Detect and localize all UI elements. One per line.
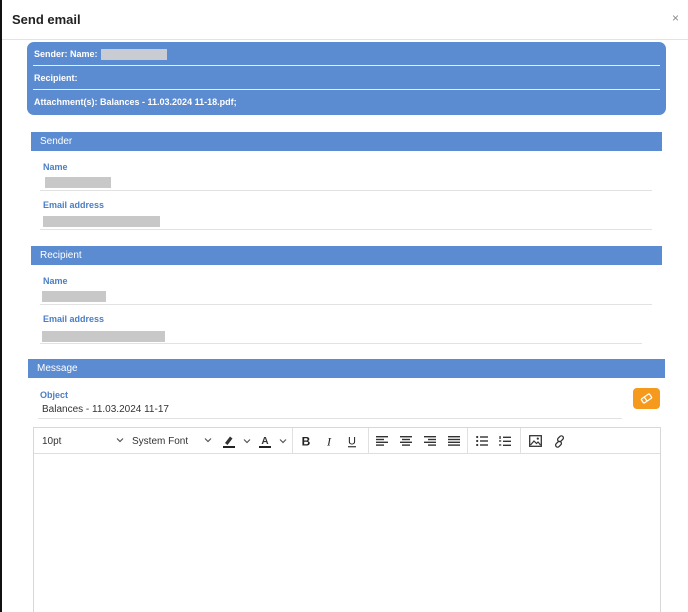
summary-sender-row: Sender: Name: xyxy=(33,42,660,66)
sender-email-label: Email address xyxy=(43,200,105,210)
bold-button[interactable]: B xyxy=(299,428,313,454)
insert-image-button[interactable] xyxy=(528,428,542,454)
align-center-button[interactable] xyxy=(399,428,413,454)
font-size-value: 10pt xyxy=(42,435,62,447)
text-color-button[interactable]: A xyxy=(258,428,290,454)
font-family-select[interactable]: System Font xyxy=(132,428,216,454)
sender-name-underline xyxy=(40,190,652,191)
highlight-color-icon xyxy=(223,436,235,448)
recipient-name-underline xyxy=(40,304,652,305)
dialog-header: Send email × xyxy=(2,0,688,40)
summary-attachments-row: Attachment(s): Balances - 11.03.2024 11-… xyxy=(33,90,660,114)
svg-text:I: I xyxy=(326,435,332,447)
sender-section-header: Sender xyxy=(31,132,662,151)
recipient-email-underline xyxy=(40,343,642,344)
redacted-sender-name-field xyxy=(45,177,111,188)
insert-image-icon xyxy=(528,435,542,447)
eraser-button[interactable] xyxy=(633,388,660,409)
highlight-color-button[interactable] xyxy=(222,428,254,454)
object-underline xyxy=(38,418,622,419)
bullet-list-button[interactable] xyxy=(475,428,489,454)
redacted-sender-name xyxy=(100,49,167,61)
summary-recipient-label: Recipient: xyxy=(34,73,78,83)
message-editor: 10pt System Font A B I U xyxy=(33,427,661,612)
toolbar-divider xyxy=(368,428,369,454)
message-body-input[interactable] xyxy=(34,455,660,612)
email-summary-panel: Sender: Name: Recipient: Attachment(s): … xyxy=(27,42,666,115)
bold-icon: B xyxy=(302,435,311,447)
eraser-icon xyxy=(640,393,653,404)
svg-text:U: U xyxy=(348,435,356,447)
bullet-list-icon xyxy=(476,436,488,446)
summary-sender-label: Sender: Name: xyxy=(34,49,98,59)
font-family-value: System Font xyxy=(132,435,189,447)
align-left-button[interactable] xyxy=(375,428,389,454)
font-size-select[interactable]: 10pt xyxy=(42,428,126,454)
toolbar-divider xyxy=(467,428,468,454)
recipient-email-label: Email address xyxy=(43,314,105,324)
align-right-button[interactable] xyxy=(423,428,437,454)
align-center-icon xyxy=(400,436,412,446)
text-color-icon: A xyxy=(259,436,271,448)
dialog-title: Send email xyxy=(12,12,81,27)
italic-icon: I xyxy=(326,435,332,447)
redacted-recipient-email-field[interactable] xyxy=(42,331,165,342)
insert-link-icon xyxy=(554,434,564,448)
message-section-header: Message xyxy=(28,359,665,378)
align-justify-button[interactable] xyxy=(447,428,461,454)
numbered-list-icon xyxy=(499,435,511,446)
close-icon[interactable]: × xyxy=(672,11,679,25)
svg-text:B: B xyxy=(302,435,311,447)
redacted-sender-email-field xyxy=(43,216,160,227)
redacted-recipient-name-field[interactable] xyxy=(42,291,106,302)
align-justify-icon xyxy=(448,436,460,446)
underline-button[interactable]: U xyxy=(345,428,359,454)
editor-toolbar: 10pt System Font A B I U xyxy=(34,428,660,454)
insert-link-button[interactable] xyxy=(552,428,566,454)
object-input[interactable]: Balances - 11.03.2024 11-17 xyxy=(42,404,169,415)
summary-attachments-label: Attachment(s): Balances - 11.03.2024 11-… xyxy=(34,97,237,107)
toolbar-divider xyxy=(520,428,521,454)
toolbar-divider xyxy=(292,428,293,454)
chevron-down-icon xyxy=(243,439,251,444)
recipient-name-label: Name xyxy=(43,276,68,286)
recipient-section-header: Recipient xyxy=(31,246,662,265)
sender-name-label: Name xyxy=(43,162,68,172)
chevron-down-icon xyxy=(279,439,287,444)
object-label: Object xyxy=(40,390,69,400)
align-left-icon xyxy=(376,436,388,446)
italic-button[interactable]: I xyxy=(322,428,336,454)
send-email-dialog: Send email × Sender: Name: Recipient: At… xyxy=(0,0,688,612)
svg-text:A: A xyxy=(261,436,268,447)
sender-email-underline xyxy=(40,229,652,230)
underline-icon: U xyxy=(348,435,356,447)
chevron-down-icon xyxy=(116,438,124,443)
align-right-icon xyxy=(424,436,436,446)
chevron-down-icon xyxy=(204,438,212,443)
numbered-list-button[interactable] xyxy=(498,428,512,454)
summary-recipient-row: Recipient: xyxy=(33,66,660,90)
